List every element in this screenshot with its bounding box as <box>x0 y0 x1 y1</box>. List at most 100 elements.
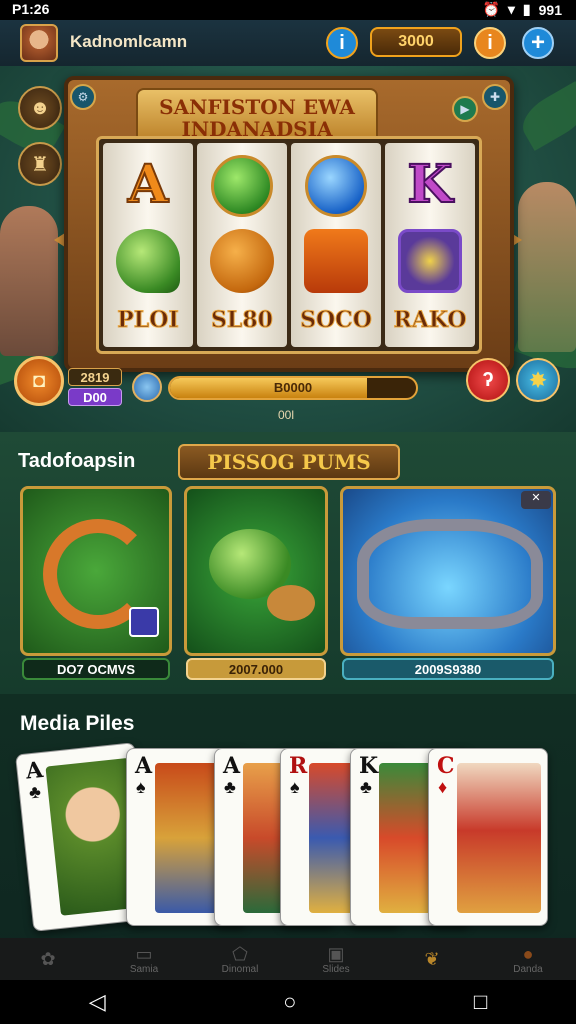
system-nav-bar: ◁ ○ □ <box>0 980 576 1024</box>
promo-ribbon: PISSOG PUMS <box>178 444 400 480</box>
close-icon[interactable]: ✕ <box>521 491 551 509</box>
shield-icon: ⬠ <box>232 943 248 964</box>
status-icons: ⏰ ▾ ▮ 991 <box>482 1 562 18</box>
sub-label: 00l <box>278 408 295 422</box>
recents-icon[interactable]: □ <box>474 989 487 1015</box>
card-rank: A <box>223 753 241 779</box>
promo-section: Tadofoapsin PISSOG PUMS DO7 OCMVS 2007.0… <box>0 432 576 694</box>
card-art <box>457 763 541 913</box>
add-coins-button[interactable]: + <box>522 27 554 59</box>
coin-icon: ● <box>522 943 534 964</box>
card-suit: ♣ <box>224 777 236 797</box>
villager-figure-right <box>518 182 576 352</box>
status-time: P1:26 <box>12 1 50 17</box>
reel-4-label: RAKO <box>393 307 467 334</box>
card-suit: ♦ <box>438 777 448 797</box>
nav-item-3[interactable]: ⬠ Dinomal <box>192 938 288 980</box>
promo-card-label-1: DO7 OCMVS <box>22 658 170 680</box>
nav-item-5[interactable]: ❦ <box>384 938 480 980</box>
person-icon: ☻ <box>29 96 51 119</box>
coin-balance-value: 3000 <box>398 33 434 50</box>
card-suit: ♣ <box>28 781 42 803</box>
frog-symbol <box>116 229 180 293</box>
wifi-icon: ▾ <box>507 1 515 17</box>
reel-3-label: SOCO <box>300 307 373 334</box>
nav-label: Slides <box>322 963 350 975</box>
letter-k-symbol: K <box>406 154 453 216</box>
stone-pool-icon <box>357 519 543 629</box>
blue-gem-symbol <box>305 155 367 217</box>
cards-section-title: Media Piles <box>20 712 135 735</box>
nav-item-2[interactable]: ▭ Samia <box>96 938 192 980</box>
settings-button[interactable]: ✸ <box>516 358 560 402</box>
letter-a-symbol: A <box>127 154 169 216</box>
reel-4: K RAKO <box>385 143 475 347</box>
promo-card-label-2: 2007.000 <box>186 658 326 680</box>
promo-card-label-3: 2009S9380 <box>342 658 554 680</box>
reel-1: A PLOI <box>103 143 193 347</box>
status-bar: P1:26 ⏰ ▾ ▮ 991 <box>0 0 576 20</box>
bottom-nav: ✿ ▭ Samia ⬠ Dinomal ▣ Slides ❦ ● Danda <box>0 938 576 980</box>
profile-button[interactable]: ☻ <box>18 86 62 130</box>
bag-icon: ▭ <box>135 943 153 964</box>
progress-label: B0000 <box>273 380 313 395</box>
play-icon[interactable]: ▶ <box>452 96 478 122</box>
bet-top-value: 2819 <box>68 368 122 386</box>
card-rank: A <box>24 757 45 785</box>
gear-icon[interactable]: ✚ <box>482 84 508 110</box>
reel-1-label: PLOI <box>117 307 179 334</box>
bag-icon: ʔ <box>482 368 494 391</box>
tile-symbol <box>304 229 368 293</box>
coin-balance[interactable]: 3000 <box>370 27 462 57</box>
reel-3: SOCO <box>291 143 381 347</box>
bonus-button[interactable]: ʔ <box>466 358 510 402</box>
card-rank: R <box>289 753 308 779</box>
card-rank: A <box>135 753 153 779</box>
leaf-coin-symbol <box>211 155 273 217</box>
nav-item-1[interactable]: ✿ <box>0 938 96 980</box>
promo-card-pool[interactable]: ✕ <box>340 486 556 656</box>
bag-icon: ♜ <box>31 153 49 176</box>
reel-2-label: SL80 <box>211 307 274 334</box>
progress-bar: B0000 <box>168 376 418 400</box>
card-suit: ♣ <box>360 777 372 797</box>
help-icon: i <box>487 31 493 54</box>
playing-card-6[interactable]: C ♦ <box>428 748 548 926</box>
slot-machine-area: ☻ ♜ ⚙ ▶ ✚ SANFISTON EWA INDANADSIA A PLO… <box>0 66 576 432</box>
paw-icon: ❦ <box>424 949 440 969</box>
app-header: Kadnomlcamn i 3000 i + <box>0 20 576 66</box>
username: Kadnomlcamn <box>70 32 188 51</box>
card-suit: ♠ <box>136 777 146 797</box>
villager-figure-left <box>0 206 58 356</box>
slot-title-line1: SANFISTON EWA <box>159 95 355 119</box>
tablet-icon: ▣ <box>327 943 345 964</box>
spin-orange-button[interactable]: ◘ <box>14 356 64 406</box>
nav-item-6[interactable]: ● Danda <box>480 938 576 980</box>
signal-icon: ▮ <box>522 1 531 17</box>
card-rank: C <box>437 753 455 779</box>
lock-icon: ◘ <box>32 369 46 392</box>
reel-2: SL80 <box>197 143 287 347</box>
alarm-icon: ⏰ <box>482 1 500 17</box>
purple-square-symbol <box>398 229 462 293</box>
promo-card-serpent[interactable] <box>20 486 172 656</box>
jungle-leaf <box>514 81 576 151</box>
info-button[interactable]: i <box>326 27 358 59</box>
back-icon[interactable]: ◁ <box>89 989 106 1015</box>
avatar[interactable] <box>20 24 58 62</box>
battery-text: 991 <box>538 1 562 18</box>
gear-icon: ✸ <box>529 369 547 392</box>
plus-icon: + <box>530 29 545 56</box>
help-button[interactable]: i <box>474 27 506 59</box>
nav-label: Dinomal <box>221 963 259 975</box>
info-icon: i <box>339 31 345 54</box>
home-icon[interactable]: ○ <box>283 989 296 1015</box>
coil-symbol <box>210 229 274 293</box>
badge-icon <box>129 607 159 637</box>
shop-button[interactable]: ♜ <box>18 142 62 186</box>
promo-card-turtle[interactable] <box>184 486 328 656</box>
nav-item-4[interactable]: ▣ Slides <box>288 938 384 980</box>
gem-icon[interactable] <box>132 372 162 402</box>
nav-label: Samia <box>129 963 159 975</box>
settings-icon[interactable]: ⚙ <box>70 84 96 110</box>
